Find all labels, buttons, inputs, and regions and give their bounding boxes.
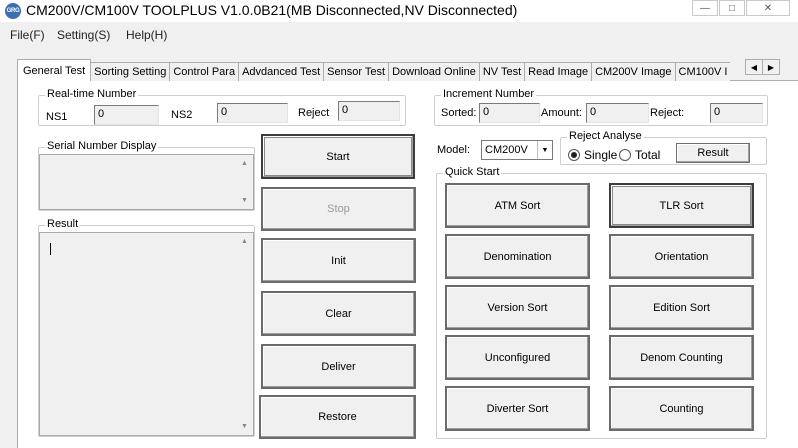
reject-analyse-label: Reject Analyse [567, 130, 644, 142]
ns2-field[interactable]: 0 [217, 103, 288, 123]
result-label: Result [45, 218, 81, 230]
scroll-down-icon: ▼ [241, 197, 248, 204]
quick-start-label: Quick Start [443, 166, 502, 178]
amount-label: Amount: [541, 107, 582, 119]
single-radio-label: Single [584, 148, 618, 162]
menu-setting[interactable]: Setting(S) [57, 28, 110, 42]
result-group: Result ▲ ▼ [38, 218, 255, 437]
deliver-button[interactable]: Deliver [261, 344, 416, 389]
total-radio-option[interactable]: Total [619, 148, 660, 162]
result-scrollbar[interactable]: ▲ ▼ [236, 233, 253, 435]
unconfigured-button[interactable]: Unconfigured [445, 335, 590, 380]
diverter-sort-button[interactable]: Diverter Sort [445, 386, 590, 431]
reject-result-button[interactable]: Result [676, 143, 750, 163]
version-sort-button[interactable]: Version Sort [445, 285, 590, 330]
tab-read-image[interactable]: Read Image [524, 62, 593, 81]
tab-scroll-right-button[interactable]: ▶ [762, 59, 780, 75]
tab-cm200v-image[interactable]: CM200V Image [591, 62, 676, 81]
tab-download-online[interactable]: Download Online [388, 62, 480, 81]
scroll-down-icon: ▼ [241, 423, 248, 430]
start-button[interactable]: Start [261, 134, 415, 179]
reject-field[interactable]: 0 [338, 101, 400, 121]
edition-sort-button[interactable]: Edition Sort [609, 285, 754, 330]
amount-field[interactable]: 0 [586, 103, 649, 123]
sorted-field[interactable]: 0 [479, 103, 540, 123]
radio-selected-dot [571, 152, 577, 158]
counting-button[interactable]: Counting [609, 386, 754, 431]
single-radio-option[interactable]: Single [568, 148, 617, 162]
realtime-number-label: Real-time Number [45, 88, 139, 100]
stop-button[interactable]: Stop [261, 187, 416, 231]
menu-file[interactable]: File(F) [10, 28, 45, 42]
serial-number-label: Serial Number Display [45, 140, 159, 152]
app-logo-icon: GRG [5, 3, 21, 19]
tab-general-test[interactable]: General Test [17, 59, 92, 81]
single-radio[interactable] [568, 149, 580, 161]
model-select-value: CM200V [485, 144, 528, 156]
clear-button[interactable]: Clear [261, 291, 416, 336]
result-textbox[interactable]: ▲ ▼ [39, 232, 254, 436]
maximize-icon: □ [728, 2, 736, 14]
serial-scrollbar[interactable]: ▲ ▼ [236, 155, 253, 209]
increment-number-label: Increment Number [441, 88, 537, 100]
increment-reject-label: Reject: [650, 107, 685, 119]
tab-cm100v-image[interactable]: CM100V I [674, 62, 731, 81]
minimize-button[interactable]: — [692, 0, 718, 16]
menu-bar: File(F) Setting(S) Help(H) [0, 25, 798, 44]
tab-control-para[interactable]: Control Para [169, 62, 240, 81]
tab-strip: General Test Sorting Setting Control Par… [17, 59, 731, 81]
tab-scroll: ◀ ▶ [745, 59, 781, 75]
scroll-up-icon: ▲ [241, 238, 248, 245]
increment-reject-field[interactable]: 0 [710, 103, 763, 123]
window-title: CM200V/CM100V TOOLPLUS V1.0.0B21(MB Disc… [26, 2, 518, 18]
chevron-down-icon: ▼ [537, 141, 552, 159]
serial-number-textbox[interactable]: ▲ ▼ [39, 154, 254, 210]
tlr-sort-button[interactable]: TLR Sort [609, 183, 754, 228]
ns1-label: NS1 [46, 111, 68, 123]
text-cursor [50, 243, 51, 255]
tab-nv-test[interactable]: NV Test [478, 62, 526, 81]
menu-help[interactable]: Help(H) [126, 28, 167, 42]
reject-label: Reject [298, 107, 330, 119]
total-radio[interactable] [619, 149, 631, 161]
minimize-icon: — [700, 2, 710, 14]
scroll-up-icon: ▲ [241, 160, 248, 167]
close-icon: ✕ [763, 2, 773, 14]
init-button[interactable]: Init [261, 238, 416, 283]
title-bar: GRG CM200V/CM100V TOOLPLUS V1.0.0B21(MB … [0, 0, 798, 22]
model-select[interactable]: CM200V ▼ [481, 140, 553, 160]
arrow-left-icon: ◀ [750, 62, 758, 72]
denomination-button[interactable]: Denomination [445, 234, 590, 279]
model-label: Model: [437, 144, 471, 156]
denom-counting-button[interactable]: Denom Counting [609, 335, 754, 380]
arrow-right-icon: ▶ [767, 62, 775, 72]
ns1-field[interactable]: 0 [94, 105, 159, 125]
maximize-button[interactable]: □ [719, 0, 745, 16]
close-button[interactable]: ✕ [746, 0, 790, 16]
atm-sort-button[interactable]: ATM Sort [445, 183, 590, 228]
serial-number-group: Serial Number Display ▲ ▼ [38, 140, 255, 211]
tab-sorting-setting[interactable]: Sorting Setting [90, 62, 171, 81]
tab-sensor-test[interactable]: Sensor Test [323, 62, 390, 81]
total-radio-label: Total [635, 148, 661, 162]
restore-button[interactable]: Restore [259, 395, 416, 439]
tab-advanced-test[interactable]: Advdanced Test [238, 62, 325, 81]
orientation-button[interactable]: Orientation [609, 234, 754, 279]
ns2-label: NS2 [171, 109, 193, 121]
tab-scroll-left-button[interactable]: ◀ [745, 59, 763, 75]
sorted-label: Sorted: [441, 107, 477, 119]
